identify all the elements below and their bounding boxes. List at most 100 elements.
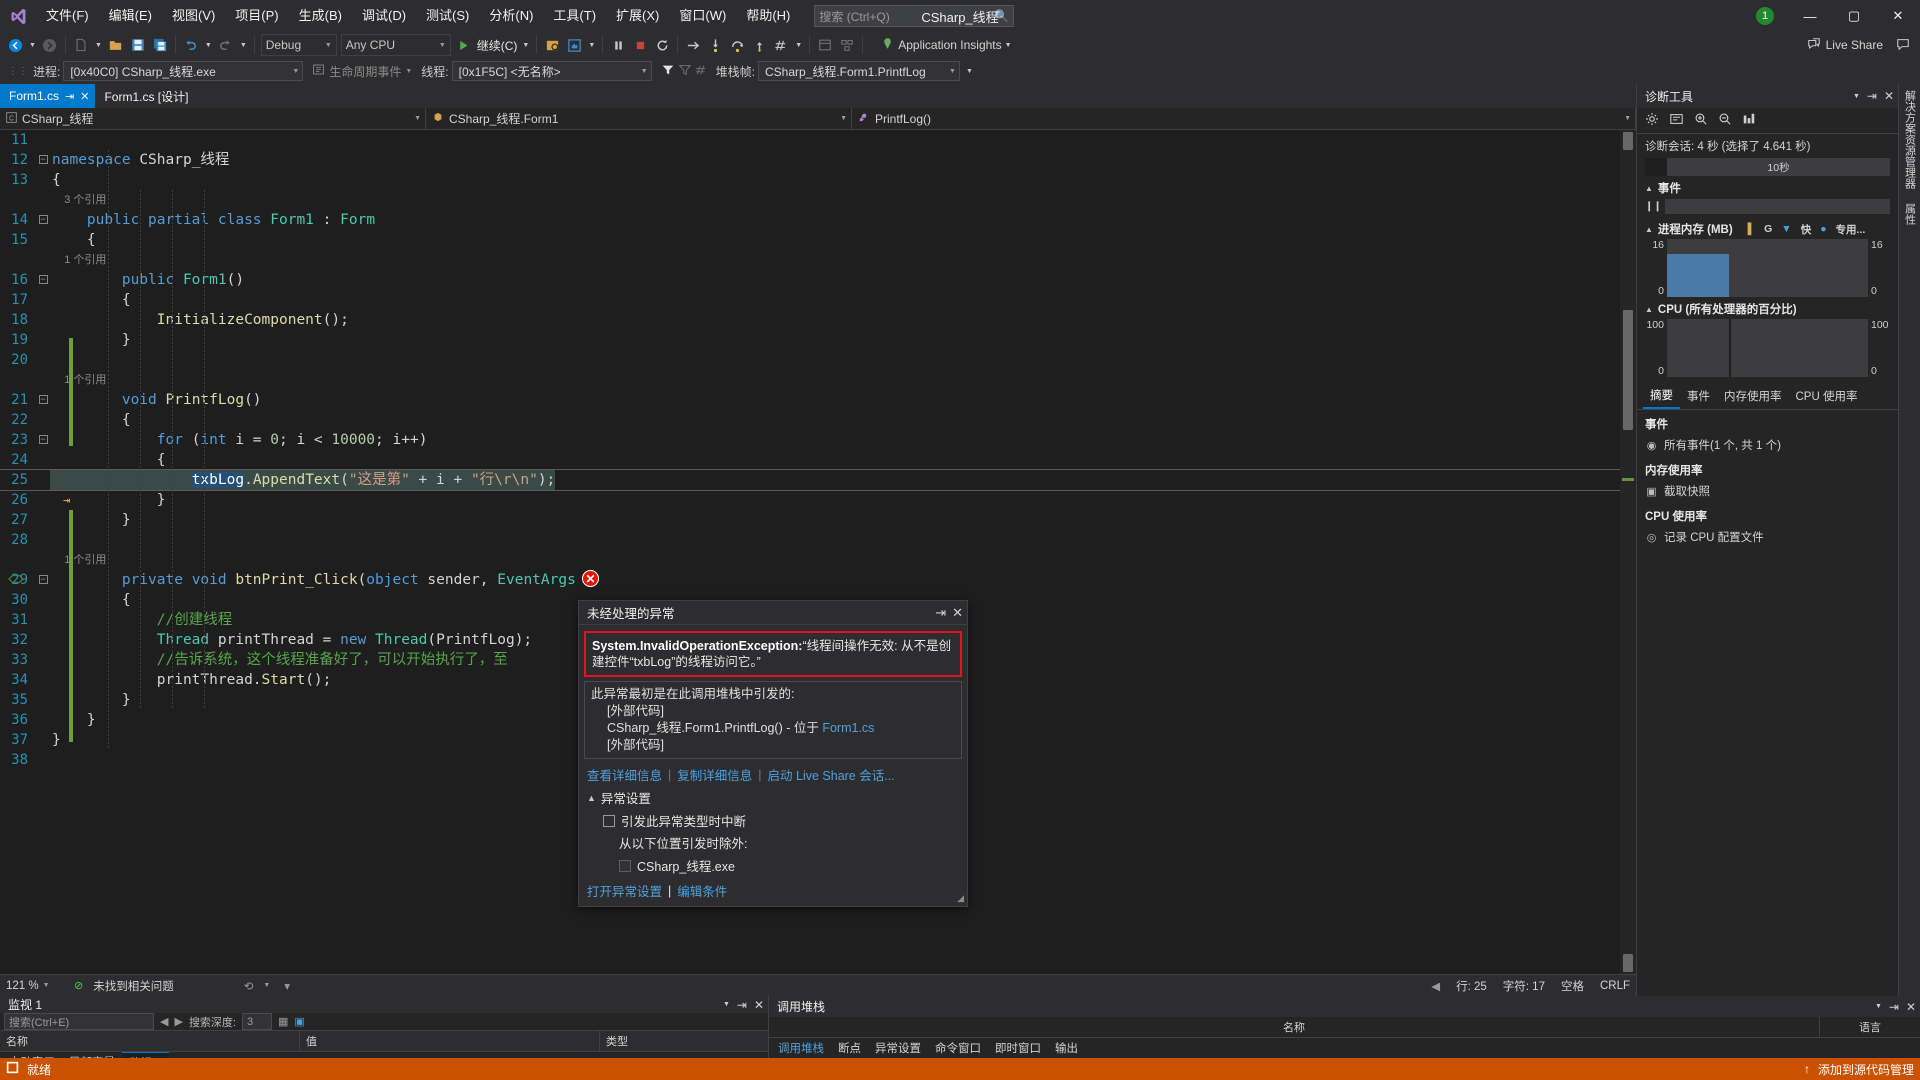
copy-details-link[interactable]: 复制详细信息 — [677, 765, 752, 784]
source-control-label[interactable]: 添加到源代码管理 — [1818, 1061, 1914, 1078]
callstack-col-language[interactable]: 语言 — [1820, 1017, 1920, 1037]
watch-grid[interactable]: 名称 值 类型 — [0, 1031, 768, 1052]
show-next-statement-icon[interactable] — [682, 34, 704, 56]
code-line[interactable]: 16− public Form1() — [0, 270, 1620, 290]
funnel-clear-icon[interactable] — [678, 63, 692, 80]
triangle-collapse-icon[interactable]: ▲ — [1645, 225, 1653, 234]
view-details-link[interactable]: 查看详细信息 — [587, 765, 662, 784]
zoom-level-combo[interactable]: 121 % ▼ — [6, 980, 64, 992]
code-line[interactable]: 25 txbLog.AppendText("这是第" + i + "行\r\n"… — [0, 470, 1620, 490]
open-file-button[interactable] — [105, 34, 127, 56]
callstack-col-name[interactable]: 名称 — [769, 1017, 1820, 1037]
exception-glyph-margin-icon[interactable] — [8, 571, 24, 592]
dock-tab-output[interactable]: 输出 — [1048, 1038, 1085, 1058]
codelens-reference[interactable]: 3 个引用 — [50, 190, 106, 210]
close-icon[interactable]: ✕ — [1884, 89, 1894, 103]
menu-file[interactable]: 文件(F) — [36, 0, 99, 32]
navigate-forward-button[interactable] — [39, 34, 61, 56]
close-icon[interactable]: ✕ — [754, 998, 764, 1012]
code-line[interactable]: 22 { — [0, 410, 1620, 430]
code-editor[interactable]: 1112−namespace CSharp_线程13{ 3 个引用14− pub… — [0, 130, 1636, 974]
navigate-backward-dropdown-icon[interactable]: ▼ — [26, 42, 39, 49]
code-line[interactable]: 1 个引用 — [0, 250, 1620, 270]
hex-display-icon[interactable] — [770, 34, 792, 56]
code-line[interactable]: 11 — [0, 130, 1620, 150]
code-line[interactable]: 19 } — [0, 330, 1620, 350]
diagnostics-cpu-section-title[interactable]: ▲ CPU (所有处理器的百分比) — [1637, 297, 1898, 319]
code-line[interactable]: 13{ — [0, 170, 1620, 190]
thread-combo[interactable]: [0x1F5C] <无名称> ▼ — [452, 61, 652, 81]
code-line[interactable]: 18 InitializeComponent(); — [0, 310, 1620, 330]
live-share-button[interactable]: Live Share — [1807, 37, 1920, 54]
fold-toggle-icon[interactable]: − — [36, 270, 50, 290]
new-file-button[interactable] — [70, 34, 92, 56]
code-surface[interactable]: 1112−namespace CSharp_线程13{ 3 个引用14− pub… — [0, 130, 1620, 974]
editor-vertical-scrollbar[interactable] — [1620, 130, 1636, 974]
pin-icon[interactable]: ⇥ — [1889, 1000, 1899, 1014]
application-insights-button[interactable]: Application Insights — [881, 37, 1001, 53]
code-line[interactable]: 3 个引用 — [0, 190, 1620, 210]
code-line[interactable]: 26 }⇥ — [0, 490, 1620, 510]
dock-tab-exception-settings[interactable]: 异常设置 — [868, 1038, 928, 1058]
zoom-out-icon[interactable] — [1718, 112, 1732, 129]
fold-toggle-icon[interactable]: − — [36, 210, 50, 230]
application-insights-dropdown-icon[interactable]: ▼ — [1002, 42, 1015, 49]
code-line[interactable]: 14− public partial class Form1 : Form — [0, 210, 1620, 230]
code-line[interactable]: 28 — [0, 530, 1620, 550]
close-icon[interactable]: ✕ — [952, 605, 963, 621]
pin-icon[interactable]: ⇥ — [65, 90, 74, 103]
scrollbar-up-arrow[interactable] — [1623, 132, 1633, 150]
menu-view[interactable]: 视图(V) — [162, 0, 225, 32]
diag-tab-summary[interactable]: 摘要 — [1643, 383, 1680, 409]
memory-usage-chart[interactable]: 16 0 16 0 — [1637, 239, 1898, 297]
code-line[interactable]: 27 } — [0, 510, 1620, 530]
columns-icon[interactable]: ▦ — [278, 1015, 288, 1028]
stackframe-combo[interactable]: CSharp_线程.Form1.PrintfLog ▼ — [758, 61, 960, 81]
navbar-type-combo[interactable]: CSharp_线程.Form1 ▼ — [426, 108, 852, 129]
cpu-usage-chart[interactable]: 100 0 100 0 — [1637, 319, 1898, 377]
step-over-icon[interactable] — [726, 34, 748, 56]
triangle-collapse-icon[interactable]: ▲ — [587, 793, 596, 803]
menu-test[interactable]: 测试(S) — [416, 0, 479, 32]
close-icon[interactable]: ✕ — [1906, 1000, 1916, 1014]
funnel-icon[interactable] — [661, 63, 675, 80]
events-track[interactable] — [1665, 199, 1890, 214]
dock-tab-callstack[interactable]: 调用堆栈 — [771, 1038, 831, 1058]
exception-settings-header[interactable]: ▲ 异常设置 — [587, 788, 959, 807]
fold-toggle-icon[interactable]: − — [36, 570, 50, 590]
code-line[interactable]: 24 { — [0, 450, 1620, 470]
triangle-collapse-icon[interactable]: ▲ — [1645, 305, 1653, 314]
snapshot-icon[interactable] — [563, 34, 585, 56]
hex-toggle-icon[interactable]: ▣ — [294, 1015, 304, 1028]
fold-toggle-icon[interactable]: − — [36, 150, 50, 170]
redo-button[interactable] — [215, 34, 237, 56]
pin-icon[interactable]: ⇥ — [1867, 89, 1877, 103]
chevron-down-icon[interactable]: ▼ — [1875, 1003, 1882, 1010]
code-line[interactable]: 17 { — [0, 290, 1620, 310]
chevron-down-icon[interactable]: ▼ — [1853, 93, 1860, 100]
feedback-icon[interactable] — [1888, 37, 1910, 54]
pause-icon[interactable] — [607, 34, 629, 56]
diagnostics-memory-section-title[interactable]: ▲ 进程内存 (MB) ▌G ▼快 ●专用... — [1637, 217, 1898, 239]
minimize-button[interactable]: — — [1788, 0, 1832, 32]
menu-extensions[interactable]: 扩展(X) — [606, 0, 669, 32]
code-line[interactable]: 20 — [0, 350, 1620, 370]
horizontal-scrollbar-left[interactable]: ◀ — [1431, 979, 1440, 993]
nav-icon[interactable]: ⟲ — [244, 979, 254, 993]
debugbar-overflow-icon[interactable]: ▼ — [963, 68, 976, 75]
continue-label[interactable]: 继续(C) — [475, 37, 520, 54]
summary-take-snapshot-item[interactable]: ▣ 截取快照 — [1637, 480, 1898, 502]
rail-tab-properties[interactable]: 属性 — [1902, 203, 1918, 225]
pin-icon[interactable]: ⇥ — [737, 998, 747, 1012]
code-line[interactable]: 1 个引用 — [0, 370, 1620, 390]
checkbox-box[interactable] — [619, 860, 631, 872]
exception-helper-popup[interactable]: 未经处理的异常 ⇥ ✕ System.InvalidOperationExcep… — [578, 600, 968, 907]
navigate-backward-button[interactable] — [4, 34, 26, 56]
menu-build[interactable]: 生成(B) — [289, 0, 352, 32]
menu-help[interactable]: 帮助(H) — [736, 0, 800, 32]
watch-col-type[interactable]: 类型 — [600, 1031, 768, 1051]
undo-button[interactable] — [180, 34, 202, 56]
code-line[interactable]: 29− private void btnPrint_Click(object s… — [0, 570, 1620, 590]
toolbar-grip[interactable]: ⋮⋮ — [6, 66, 30, 77]
summary-all-events-item[interactable]: ◉ 所有事件(1 个, 共 1 个) — [1637, 434, 1898, 456]
